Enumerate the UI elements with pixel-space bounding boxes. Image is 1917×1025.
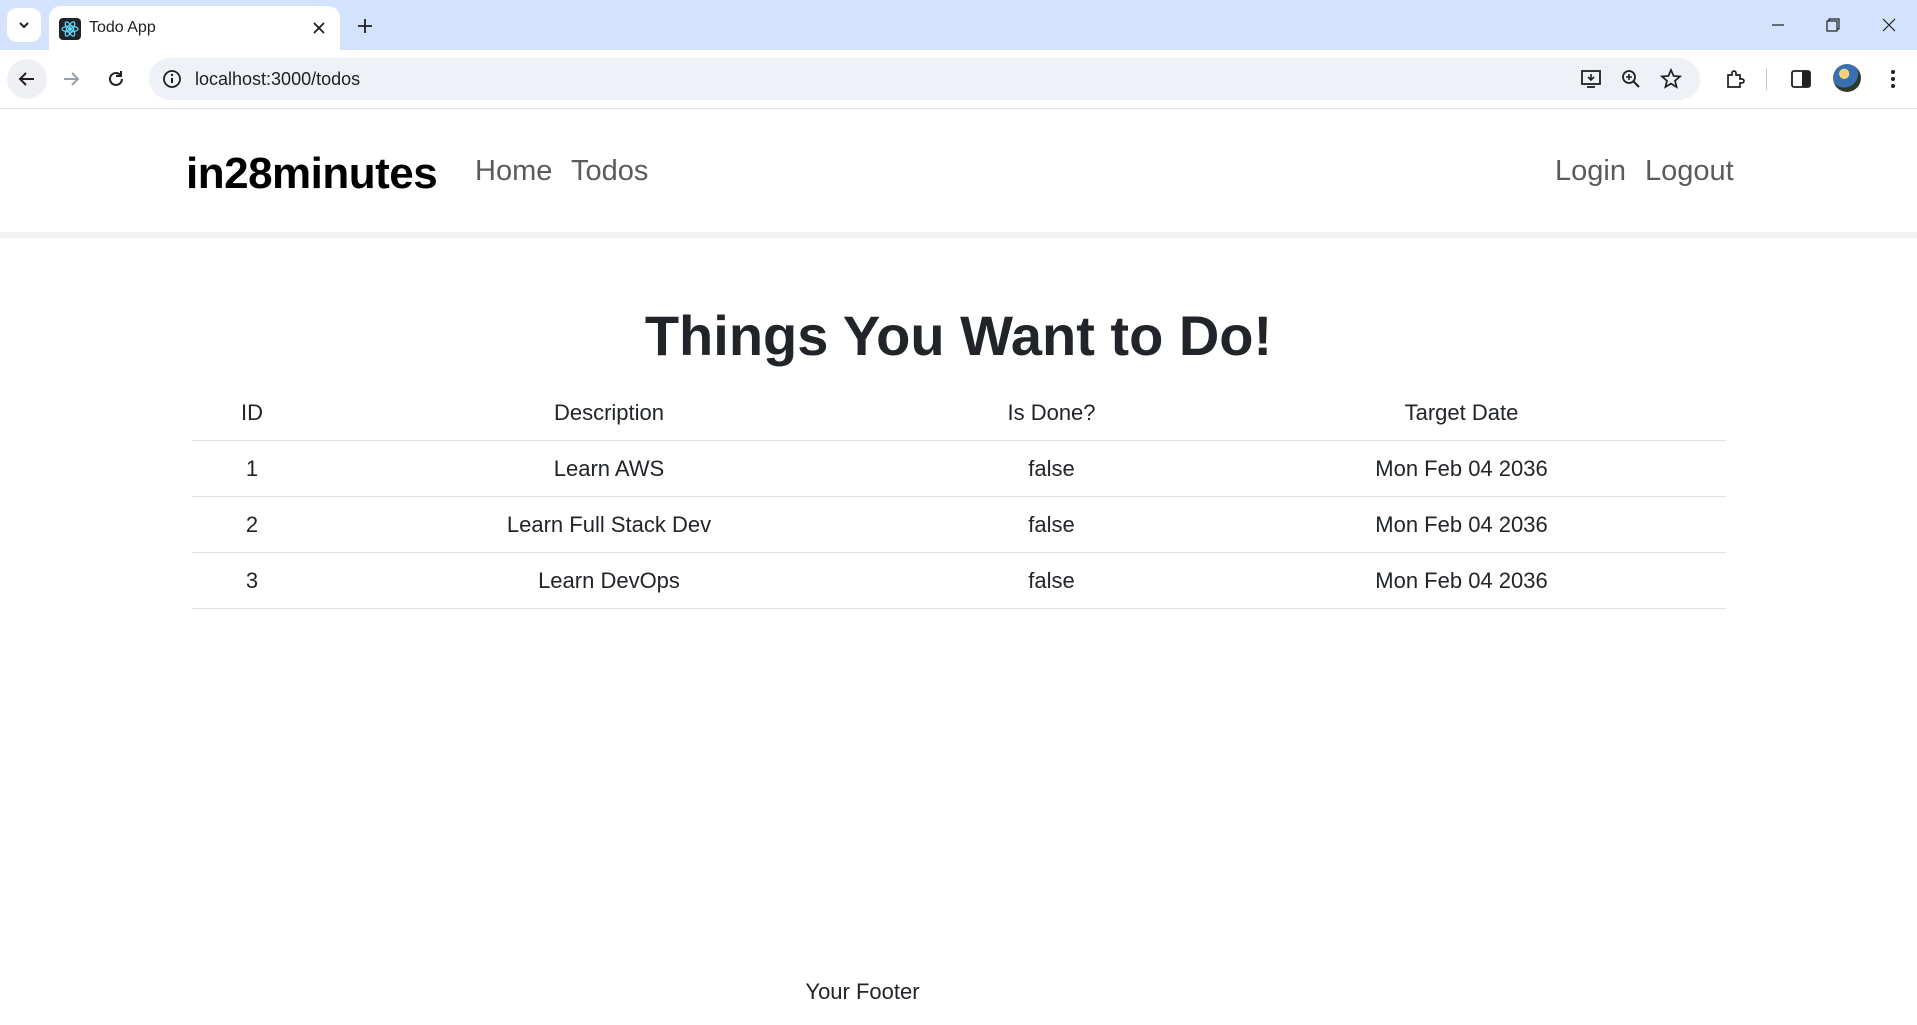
table-row: 1 Learn AWS false Mon Feb 04 2036	[192, 440, 1726, 497]
todo-description: Learn AWS	[312, 440, 906, 497]
zoom-icon[interactable]	[1619, 67, 1643, 91]
todos-table: ID Description Is Done? Target Date 1 Le…	[192, 385, 1726, 609]
restore-icon[interactable]	[1805, 0, 1861, 50]
close-window-icon[interactable]	[1861, 0, 1917, 50]
url-text: localhost:3000/todos	[195, 69, 361, 89]
arrow-right-icon	[61, 69, 81, 89]
todo-target-date: Mon Feb 04 2036	[1197, 440, 1726, 497]
nav-todos-link[interactable]: Todos	[571, 155, 648, 188]
footer: Your Footer	[805, 979, 920, 1004]
todo-done: false	[906, 552, 1197, 609]
todo-description: Learn DevOps	[312, 552, 906, 609]
table-row: 2 Learn Full Stack Dev false Mon Feb 04 …	[192, 496, 1726, 553]
todo-id: 1	[192, 440, 312, 497]
table-row: 3 Learn DevOps false Mon Feb 04 2036	[192, 552, 1726, 609]
table-header-row: ID Description Is Done? Target Date	[192, 385, 1726, 441]
back-button[interactable]	[7, 59, 47, 99]
bookmark-star-icon[interactable]	[1659, 67, 1683, 91]
todo-id: 2	[192, 496, 312, 553]
page-title: Things You Want to Do!	[644, 304, 1273, 367]
brand-link[interactable]: in28minutes	[186, 149, 438, 199]
tab-search-button[interactable]	[7, 8, 41, 42]
site-info-icon[interactable]	[161, 68, 183, 90]
column-header-id: ID	[192, 385, 312, 441]
browser-tabstrip: Todo App	[0, 0, 1917, 50]
new-tab-icon[interactable]	[350, 11, 380, 41]
reload-button[interactable]	[96, 59, 136, 99]
todo-id: 3	[192, 552, 312, 609]
app-header: in28minutes Home Todos Login Logout	[0, 109, 1917, 238]
nav-logout-link[interactable]: Logout	[1645, 155, 1734, 188]
column-header-is-done: Is Done?	[906, 385, 1197, 441]
close-tab-icon[interactable]	[308, 17, 330, 39]
browser-toolbar: localhost:3000/todos	[0, 50, 1917, 109]
side-panel-icon[interactable]	[1786, 64, 1816, 94]
more-menu-icon[interactable]	[1878, 64, 1908, 94]
tab-title: Todo App	[89, 19, 156, 36]
profile-avatar[interactable]	[1833, 64, 1861, 92]
arrow-left-icon	[17, 69, 37, 89]
todo-target-date: Mon Feb 04 2036	[1197, 552, 1726, 609]
browser-tab-active[interactable]: Todo App	[49, 6, 340, 50]
chevron-down-icon	[17, 18, 31, 32]
todo-target-date: Mon Feb 04 2036	[1197, 496, 1726, 553]
install-app-icon[interactable]	[1579, 67, 1603, 91]
extensions-icon[interactable]	[1720, 64, 1750, 94]
address-bar[interactable]: localhost:3000/todos	[149, 58, 1700, 100]
column-header-description: Description	[312, 385, 906, 441]
minimize-icon[interactable]	[1750, 0, 1806, 50]
forward-button[interactable]	[51, 59, 91, 99]
todo-done: false	[906, 496, 1197, 553]
todo-done: false	[906, 440, 1197, 497]
nav-home-link[interactable]: Home	[475, 155, 552, 188]
todo-description: Learn Full Stack Dev	[312, 496, 906, 553]
nav-login-link[interactable]: Login	[1555, 155, 1626, 188]
page-content: in28minutes Home Todos Login Logout Thin…	[0, 109, 1917, 1025]
react-logo-icon	[59, 18, 81, 40]
toolbar-divider	[1766, 68, 1767, 90]
reload-icon	[106, 69, 126, 89]
column-header-target-date: Target Date	[1197, 385, 1726, 441]
